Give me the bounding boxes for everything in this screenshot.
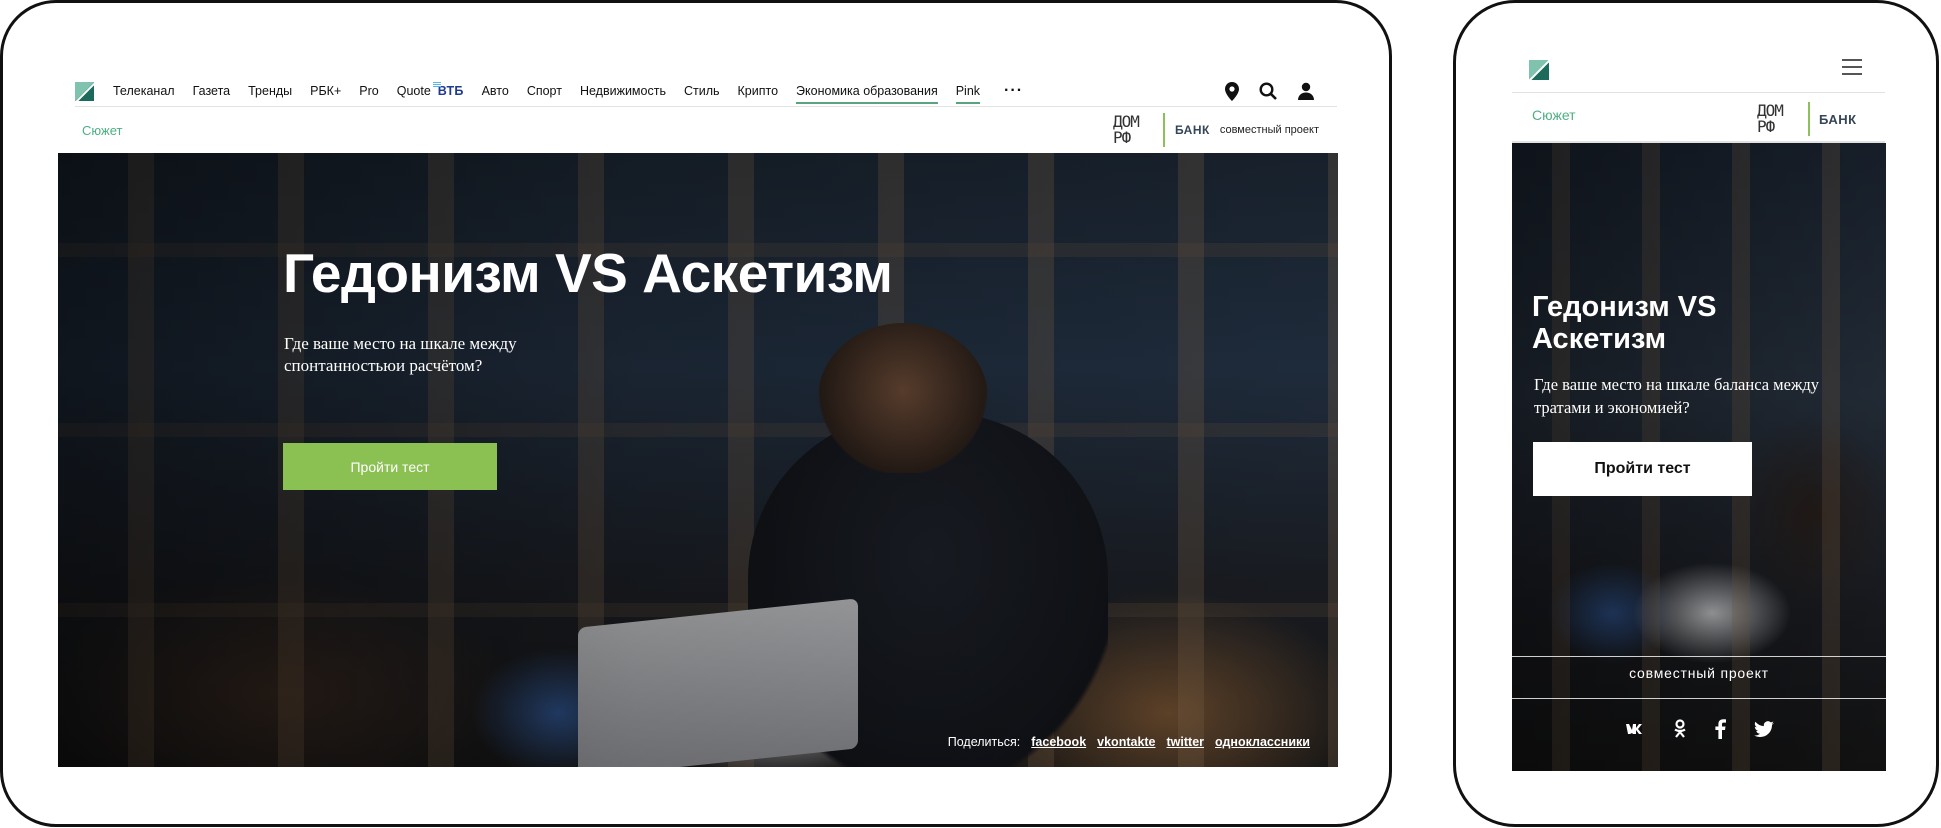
- dom-rf-logo: ДОМ РФ: [1113, 114, 1149, 146]
- rbc-logo-icon[interactable]: [75, 81, 94, 101]
- twitter-icon[interactable]: [1753, 721, 1774, 737]
- social-share-bar: [1512, 719, 1886, 739]
- joint-project-top-rule: [1512, 656, 1886, 657]
- partner-block[interactable]: ДОМ РФ БАНК: [1757, 98, 1857, 140]
- bank-label: БАНК: [1819, 111, 1857, 127]
- partner-block[interactable]: ДОМ РФ БАНК совместный проект: [1113, 110, 1319, 150]
- share-twitter-link[interactable]: twitter: [1167, 735, 1205, 749]
- share-odnoklassniki-link[interactable]: одноклассники: [1215, 735, 1310, 749]
- joint-project-label: совместный проект: [1219, 124, 1319, 136]
- hero-title: Гедонизм VS Аскетизм: [283, 242, 893, 304]
- nav-item-sport[interactable]: Спорт: [527, 73, 562, 109]
- hero-subtitle: Где ваше место на шкале между спонтаннос…: [284, 334, 517, 375]
- top-navigation: Телеканал Газета Тренды РБК+ Pro Quote В…: [75, 73, 1337, 109]
- nav-item-pro[interactable]: Pro: [359, 73, 378, 109]
- dom-rf-logo-line2: РФ: [1113, 128, 1131, 147]
- partner-separator: [1163, 113, 1166, 147]
- nav-item-realty[interactable]: Недвижимость: [580, 73, 666, 109]
- plot-link[interactable]: Сюжет: [1532, 107, 1576, 123]
- mobile-frame: Сюжет ДОМ РФ БАНК Гедонизм VS Аскетизм Г…: [1453, 0, 1939, 827]
- take-test-button[interactable]: Пройти тест: [283, 443, 497, 490]
- take-test-button[interactable]: Пройти тест: [1533, 442, 1752, 496]
- joint-project-bottom-rule: [1512, 698, 1886, 699]
- search-icon[interactable]: [1259, 82, 1277, 100]
- share-vkontakte-link[interactable]: vkontakte: [1097, 735, 1155, 749]
- odnoklassniki-icon[interactable]: [1673, 719, 1687, 739]
- dom-rf-logo-line2: РФ: [1757, 117, 1775, 136]
- desktop-frame: Телеканал Газета Тренды РБК+ Pro Quote В…: [0, 0, 1392, 827]
- share-bar: Поделиться: facebook vkontakte twitter о…: [948, 735, 1310, 749]
- nav-item-trends[interactable]: Тренды: [248, 73, 292, 109]
- nav-item-pink[interactable]: Pink: [955, 73, 981, 109]
- mobile-header-divider: [1512, 92, 1885, 93]
- hamburger-menu-icon[interactable]: [1842, 59, 1862, 75]
- user-icon[interactable]: [1297, 82, 1315, 100]
- partner-separator: [1808, 102, 1810, 136]
- nav-item-rbc-plus[interactable]: РБК+: [310, 73, 341, 109]
- hero-title: Гедонизм VS Аскетизм: [1532, 291, 1717, 355]
- nav-item-style[interactable]: Стиль: [684, 73, 720, 109]
- nav-item-tv[interactable]: Телеканал: [113, 73, 175, 109]
- nav-item-auto[interactable]: Авто: [482, 73, 509, 109]
- vk-icon[interactable]: [1625, 723, 1645, 735]
- nav-actions: [1225, 73, 1315, 109]
- hero-subtitle: Где ваше место на шкале баланса между тр…: [1534, 375, 1819, 417]
- more-menu-icon[interactable]: ···: [1004, 73, 1023, 109]
- hero-banner: Гедонизм VS Аскетизм Где ваше место на ш…: [1512, 143, 1886, 771]
- nav-item-crypto[interactable]: Крипто: [738, 73, 779, 109]
- nav-item-education-economy[interactable]: Экономика образования: [796, 73, 938, 109]
- plot-link[interactable]: Сюжет: [82, 123, 122, 138]
- share-facebook-link[interactable]: facebook: [1031, 735, 1086, 749]
- facebook-icon[interactable]: [1714, 719, 1726, 739]
- joint-project-label: совместный проект: [1629, 665, 1769, 681]
- vtb-logo: ВТБ: [432, 82, 464, 98]
- nav-item-newspaper[interactable]: Газета: [193, 73, 231, 109]
- hero-banner: Гедонизм VS Аскетизм Где ваше место на ш…: [58, 153, 1338, 767]
- nav-item-quote[interactable]: Quote ВТБ: [397, 73, 464, 109]
- share-label: Поделиться:: [947, 735, 1021, 749]
- rbc-logo-icon[interactable]: [1529, 60, 1549, 80]
- nav-menu: Телеканал Газета Тренды РБК+ Pro Quote В…: [113, 73, 1041, 109]
- bank-label: БАНК: [1175, 123, 1210, 137]
- story-bar: Сюжет ДОМ РФ БАНК совместный проект: [75, 107, 1337, 153]
- nav-item-quote-label: Quote: [396, 84, 431, 98]
- location-pin-icon[interactable]: [1225, 81, 1239, 101]
- dom-rf-logo: ДОМ РФ: [1757, 103, 1795, 135]
